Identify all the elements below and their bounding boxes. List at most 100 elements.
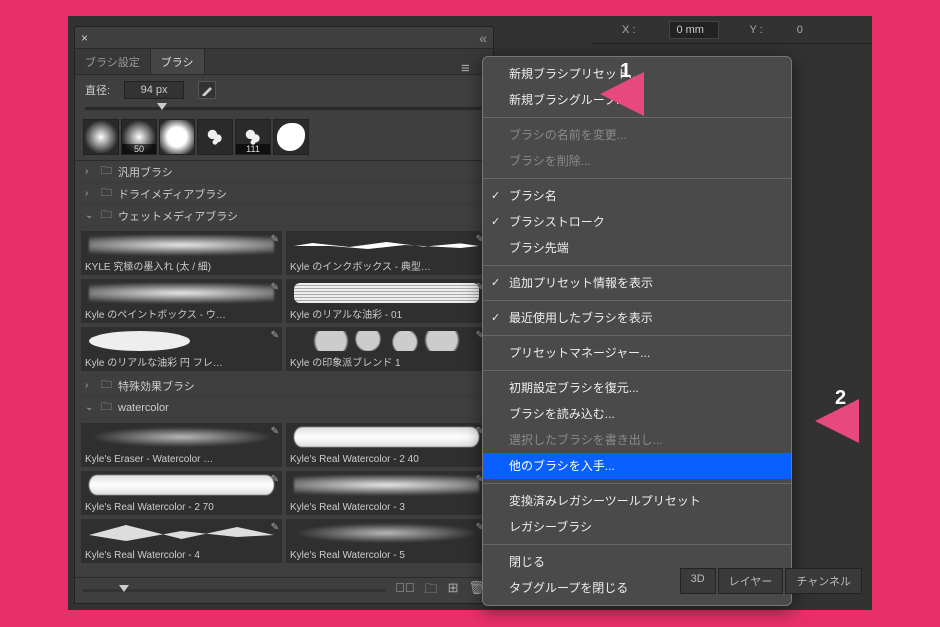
diameter-slider[interactable] <box>85 107 483 110</box>
recent-brush-1[interactable] <box>83 119 119 155</box>
wet-brush-grid: ✎ KYLE 究極の墨入れ (太 / 細) ✎ Kyle のインクボックス - … <box>75 227 493 375</box>
brush-item[interactable]: ✎ Kyle's Real Watercolor - 5 <box>286 519 487 563</box>
menu-load-brushes[interactable]: ブラシを読み込む... <box>483 401 791 427</box>
edit-icon[interactable]: ✎ <box>271 282 279 293</box>
stroke-preview <box>294 427 479 447</box>
folder-wet[interactable]: ⌄ 🗀 ウェットメディアブラシ <box>75 205 493 227</box>
panel-collapse-icon[interactable]: « <box>479 30 487 46</box>
chevron-right-icon: › <box>85 166 95 177</box>
edit-icon[interactable]: ✎ <box>271 522 279 533</box>
menu-restore-default[interactable]: 初期設定ブラシを復元... <box>483 375 791 401</box>
folder-label: ウェットメディアブラシ <box>118 208 238 224</box>
lower-panel-tabs: 3D レイヤー チャンネル <box>680 568 862 594</box>
menu-brush-tip[interactable]: ブラシ先端 <box>483 235 791 261</box>
brush-panel: × « ブラシ設定 ブラシ 直径: 94 px 50 111 › <box>74 26 494 604</box>
panel-footer: 👁⃠ 🗀 ⊞ 🗑 <box>75 577 493 603</box>
brush-item[interactable]: ✎ Kyle's Real Watercolor - 2 40 <box>286 423 487 467</box>
folder-icon: 🗀 <box>101 376 112 395</box>
folder-dry[interactable]: › 🗀 ドライメディアブラシ <box>75 183 493 205</box>
tab-brush-settings[interactable]: ブラシ設定 <box>75 49 151 74</box>
menu-get-more-brushes[interactable]: 他のブラシを入手... <box>483 453 791 479</box>
folder-label: watercolor <box>118 402 169 414</box>
recent-brush-5[interactable]: 111 <box>235 119 271 155</box>
folder-icon: 🗀 <box>101 206 112 225</box>
folder-watercolor[interactable]: ⌄ 🗀 watercolor <box>75 397 493 419</box>
edit-icon[interactable]: ✎ <box>271 330 279 341</box>
new-brush-icon[interactable]: ⊞ <box>448 580 459 602</box>
brush-item[interactable]: ✎ Kyle's Real Watercolor - 4 <box>81 519 282 563</box>
menu-show-preset-info[interactable]: ✓追加プリセット情報を表示 <box>483 270 791 296</box>
coord-x-value[interactable]: 0 mm <box>669 21 719 39</box>
brush-item[interactable]: ✎ Kyle のリアルな油彩 円 フレ… <box>81 327 282 371</box>
app-window: X : 0 mm Y : 0 × « ブラシ設定 ブラシ 直径: 94 px 5… <box>68 16 872 610</box>
brush-label: Kyle's Real Watercolor - 3 <box>290 502 483 513</box>
watercolor-brush-grid: ✎ Kyle's Eraser - Watercolor … ✎ Kyle's … <box>75 419 493 567</box>
chip-size: 111 <box>236 144 270 154</box>
recent-brush-6[interactable] <box>273 119 309 155</box>
brush-item[interactable]: ✎ Kyle's Real Watercolor - 2 70 <box>81 471 282 515</box>
diameter-value[interactable]: 94 px <box>124 81 184 99</box>
visibility-toggle-icon[interactable]: 👁⃠ <box>395 580 415 602</box>
close-icon[interactable]: × <box>81 31 88 45</box>
menu-separator <box>483 483 791 484</box>
brush-item[interactable]: ✎ KYLE 究極の墨入れ (太 / 細) <box>81 231 282 275</box>
recent-brush-3[interactable] <box>159 119 195 155</box>
recent-brush-2[interactable]: 50 <box>121 119 157 155</box>
brush-item[interactable]: ✎ Kyle's Real Watercolor - 3 <box>286 471 487 515</box>
menu-rename: ブラシの名前を変更... <box>483 122 791 148</box>
brush-label: Kyle のリアルな油彩 - 01 <box>290 306 483 321</box>
recent-brush-4[interactable] <box>197 119 233 155</box>
menu-separator <box>483 335 791 336</box>
panel-menu-icon[interactable]: ≡ <box>461 62 470 76</box>
slider-thumb-icon[interactable] <box>157 103 167 110</box>
brush-item[interactable]: ✎ Kyle の印象派ブレンド 1 <box>286 327 487 371</box>
menu-separator <box>483 265 791 266</box>
new-folder-icon[interactable]: 🗀 <box>425 580 438 602</box>
stroke-preview <box>89 475 274 495</box>
coordinate-bar: X : 0 mm Y : 0 <box>592 16 872 44</box>
brush-label: Kyle's Real Watercolor - 4 <box>85 550 278 561</box>
brush-preview-icon[interactable] <box>198 81 216 99</box>
menu-legacy-brushes[interactable]: レガシーブラシ <box>483 514 791 540</box>
coord-y-label: Y : <box>749 24 762 36</box>
chevron-right-icon: › <box>85 188 95 199</box>
tab-brushes[interactable]: ブラシ <box>151 49 205 74</box>
menu-brush-name[interactable]: ✓ブラシ名 <box>483 183 791 209</box>
menu-preset-manager[interactable]: プリセットマネージャー... <box>483 340 791 366</box>
menu-show-recent[interactable]: ✓最近使用したブラシを表示 <box>483 305 791 331</box>
edit-icon[interactable]: ✎ <box>271 474 279 485</box>
brush-item[interactable]: ✎ Kyle のリアルな油彩 - 01 <box>286 279 487 323</box>
edit-icon[interactable]: ✎ <box>271 234 279 245</box>
stroke-preview <box>89 331 190 351</box>
brush-label: Kyle's Eraser - Watercolor … <box>85 454 278 465</box>
stroke-preview <box>89 283 274 303</box>
tab-channels[interactable]: チャンネル <box>785 568 862 594</box>
panel-header: × « <box>75 27 493 49</box>
stroke-preview <box>89 523 274 543</box>
folder-label: ドライメディアブラシ <box>118 186 227 202</box>
menu-brush-stroke[interactable]: ✓ブラシストローク <box>483 209 791 235</box>
stroke-preview <box>89 235 274 255</box>
callout-number: 1 <box>620 60 631 83</box>
edit-icon[interactable]: ✎ <box>271 426 279 437</box>
coord-y-value: 0 <box>797 24 803 36</box>
brush-item[interactable]: ✎ Kyle's Eraser - Watercolor … <box>81 423 282 467</box>
diameter-label: 直径: <box>85 82 110 98</box>
tab-3d[interactable]: 3D <box>680 568 716 594</box>
stroke-preview <box>294 331 479 351</box>
stroke-preview <box>294 523 479 543</box>
folder-fx[interactable]: › 🗀 特殊効果ブラシ <box>75 375 493 397</box>
chevron-down-icon: ⌄ <box>85 402 95 413</box>
menu-converted-legacy[interactable]: 変換済みレガシーツールプリセット <box>483 488 791 514</box>
folder-icon: 🗀 <box>101 184 112 203</box>
tab-layers[interactable]: レイヤー <box>718 568 784 594</box>
chevron-down-icon: ⌄ <box>85 210 95 221</box>
slider-thumb-icon[interactable] <box>119 585 129 592</box>
thumbnail-size-slider[interactable] <box>83 589 385 592</box>
brush-item[interactable]: ✎ Kyle のペイントボックス - ウ… <box>81 279 282 323</box>
menu-separator <box>483 370 791 371</box>
brush-item[interactable]: ✎ Kyle のインクボックス - 典型… <box>286 231 487 275</box>
folder-general[interactable]: › 🗀 汎用ブラシ <box>75 161 493 183</box>
menu-label: 最近使用したブラシを表示 <box>509 311 653 325</box>
recent-brush-strip: 50 111 <box>75 114 493 160</box>
